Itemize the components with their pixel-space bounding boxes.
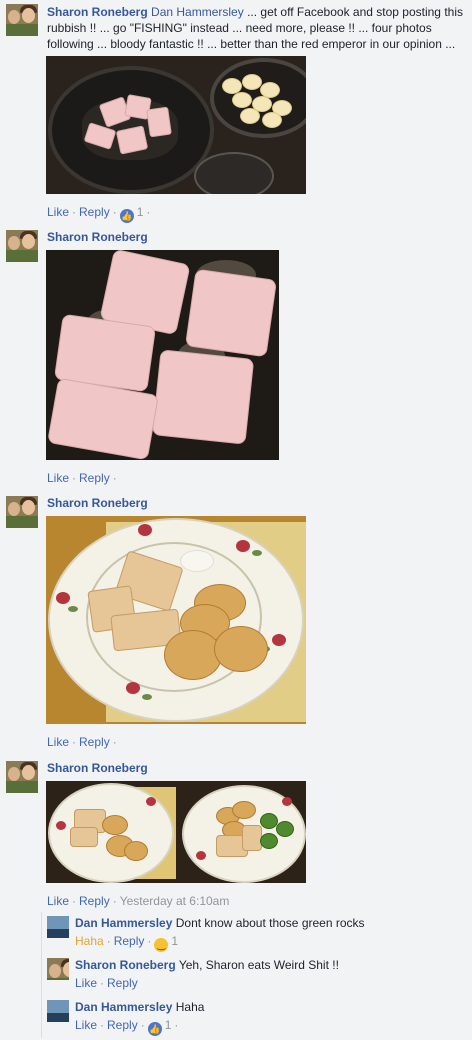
mention-link[interactable]: Dan Hammersley	[151, 5, 244, 19]
comment-author-link[interactable]: Sharon Roneberg	[47, 496, 148, 510]
reaction-count[interactable]: 1	[171, 934, 178, 948]
thumbs-up-icon[interactable]: 👍	[147, 1022, 162, 1036]
avatar[interactable]	[6, 230, 38, 262]
reply-button[interactable]: Reply	[107, 1018, 138, 1032]
comment-text: Sharon Roneberg	[47, 495, 467, 511]
reply-body: Yeh, Sharon eats Weird Shit !!	[178, 958, 339, 972]
avatar[interactable]	[47, 916, 69, 938]
reply-button[interactable]: Reply	[114, 934, 145, 948]
reply-actions: Haha · Reply · ‿ 1	[75, 934, 179, 952]
reply-button[interactable]: Reply	[79, 471, 110, 485]
reaction-count[interactable]: 1	[137, 205, 144, 219]
comment-author-link[interactable]: Sharon Roneberg	[47, 5, 148, 19]
reply-text: Dan Hammersley Haha	[75, 999, 465, 1015]
reaction-count[interactable]: 1	[165, 1018, 172, 1032]
reply-body: Dont know about those green rocks	[175, 916, 365, 930]
reply-button[interactable]: Reply	[107, 976, 138, 990]
reply-actions: Like · Reply · 👍 1 ·	[75, 1018, 179, 1036]
comment-timestamp[interactable]: Yesterday at 6:10am	[120, 894, 230, 908]
reply-text: Dan Hammersley Dont know about those gre…	[75, 915, 465, 931]
avatar[interactable]	[6, 761, 38, 793]
comment-actions: Like · Reply · Yesterday at 6:10am	[47, 894, 230, 908]
thumbs-up-icon[interactable]: 👍	[119, 209, 134, 223]
reply-button[interactable]: Reply	[79, 735, 110, 749]
like-button[interactable]: Like	[47, 735, 69, 749]
comment-photo[interactable]	[46, 516, 306, 724]
comment-photo[interactable]	[46, 56, 306, 194]
avatar[interactable]	[47, 958, 69, 980]
comment-author-link[interactable]: Sharon Roneberg	[47, 230, 148, 244]
laughing-face-icon[interactable]: ‿	[154, 938, 169, 952]
like-button[interactable]: Like	[47, 471, 69, 485]
avatar[interactable]	[6, 496, 38, 528]
like-button[interactable]: Like	[47, 894, 69, 908]
reply-text: Sharon Roneberg Yeh, Sharon eats Weird S…	[75, 957, 465, 973]
like-button[interactable]: Like	[47, 205, 69, 219]
reply-button[interactable]: Reply	[79, 894, 110, 908]
reply-author-link[interactable]: Dan Hammersley	[75, 1000, 172, 1014]
haha-reaction-button[interactable]: Haha	[75, 934, 104, 948]
reply-actions: Like · Reply	[75, 976, 138, 990]
comment-text: Sharon Roneberg	[47, 229, 467, 245]
comment-author-link[interactable]: Sharon Roneberg	[47, 761, 148, 775]
avatar[interactable]	[47, 1000, 69, 1022]
comment-actions: Like · Reply · 👍 1 ·	[47, 205, 151, 223]
reply-author-link[interactable]: Dan Hammersley	[75, 916, 172, 930]
comment-actions: Like · Reply ·	[47, 735, 117, 749]
like-button[interactable]: Like	[75, 1018, 97, 1032]
avatar[interactable]	[6, 4, 38, 36]
comment-photo[interactable]	[46, 781, 306, 883]
reply-body: Haha	[175, 1000, 205, 1014]
reply-button[interactable]: Reply	[79, 205, 110, 219]
comment-text: Sharon Roneberg	[47, 760, 467, 776]
comment-photo[interactable]	[46, 250, 279, 460]
like-button[interactable]: Like	[75, 976, 97, 990]
reply-author-link[interactable]: Sharon Roneberg	[75, 958, 176, 972]
comment-actions: Like · Reply ·	[47, 471, 117, 485]
reply-thread-line	[41, 912, 42, 1038]
